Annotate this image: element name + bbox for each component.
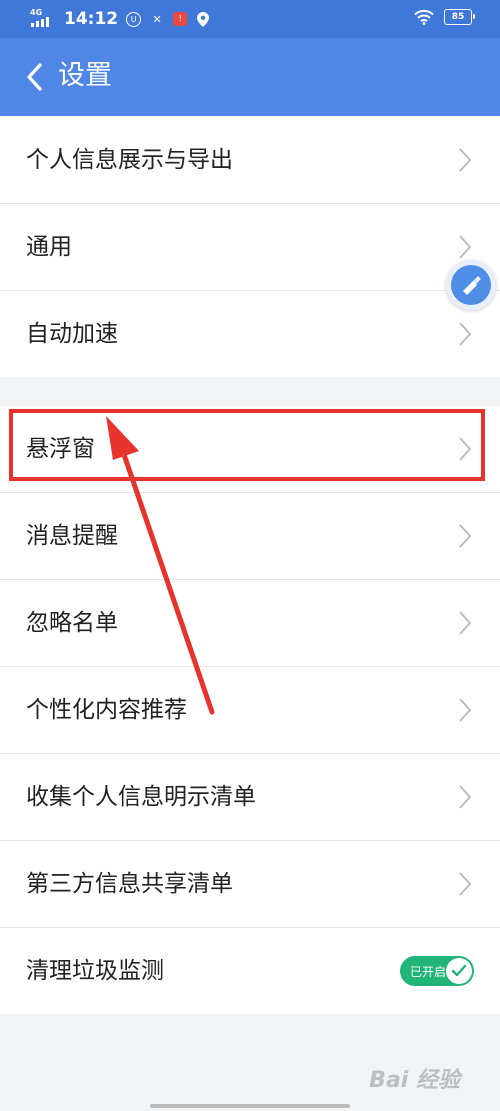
chevron-right-icon [459,872,472,896]
battery-icon: 85 [444,9,475,25]
chevron-right-icon [459,235,472,259]
settings-item-label: 自动加速 [26,321,118,347]
settings-item-label: 消息提醒 [26,523,118,549]
settings-item-collected-info-list[interactable]: 收集个人信息明示清单 [0,754,500,841]
chevron-right-icon [459,148,472,172]
settings-group-2: 悬浮窗 消息提醒 忽略名单 个性化内容推荐 收集个人信息明示清单 第三方信息共享… [0,406,500,1014]
page-title: 设置 [58,60,112,91]
status-time: 14:12 [64,9,119,29]
tools-icon: ✕ [152,12,162,26]
junk-monitoring-toggle[interactable]: 已开启 [400,956,474,986]
wifi-icon [414,9,434,25]
chevron-right-icon [459,698,472,722]
settings-item-label: 个性化内容推荐 [26,697,187,723]
settings-item-label: 通用 [26,234,72,260]
app-notification-icon: U [126,11,142,27]
network-type: 4G [30,8,43,17]
battery-level: 85 [451,12,465,22]
settings-item-label: 收集个人信息明示清单 [26,784,256,810]
settings-item-junk-monitoring: 清理垃圾监测 已开启 [0,928,500,1014]
highlight-box [9,409,485,481]
chevron-right-icon [459,524,472,548]
settings-item-ignore-list[interactable]: 忽略名单 [0,580,500,667]
header-bar: 设置 [0,38,500,116]
check-icon [446,958,472,984]
chevron-right-icon [459,611,472,635]
settings-item-personal-info-export[interactable]: 个人信息展示与导出 [0,117,500,204]
home-indicator[interactable] [150,1104,350,1108]
watermark: Bai 经验 [369,1068,460,1093]
toggle-status-text: 已开启 [410,964,447,979]
chevron-right-icon [459,322,472,346]
back-chevron-icon[interactable] [24,62,46,92]
settings-item-third-party-sharing-list[interactable]: 第三方信息共享清单 [0,841,500,928]
settings-item-auto-accelerate[interactable]: 自动加速 [0,291,500,377]
location-icon [195,11,211,27]
status-right: 85 [414,9,475,25]
status-left: 4G 14:12 U ✕ ! [30,8,211,30]
signal-icon: 4G [30,8,56,28]
settings-item-label: 个人信息展示与导出 [26,147,233,173]
settings-group-1: 个人信息展示与导出 通用 自动加速 [0,117,500,377]
floating-ball-icon[interactable] [446,260,496,310]
settings-item-label: 第三方信息共享清单 [26,871,233,897]
settings-item-label: 清理垃圾监测 [26,958,164,984]
settings-item-label: 忽略名单 [26,610,118,636]
settings-item-general[interactable]: 通用 [0,204,500,291]
chevron-right-icon [459,785,472,809]
settings-item-personalized-recommendation[interactable]: 个性化内容推荐 [0,667,500,754]
settings-item-message-reminder[interactable]: 消息提醒 [0,493,500,580]
notification-badge-icon: ! [173,12,188,26]
status-bar: 4G 14:12 U ✕ ! 85 [0,0,500,38]
